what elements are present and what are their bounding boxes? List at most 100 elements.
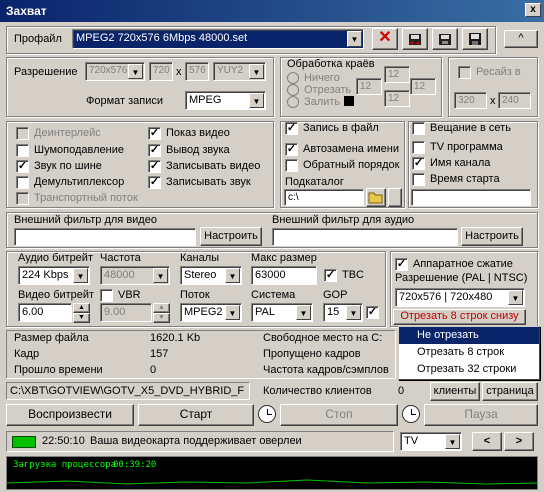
dropdown-item-no-cut[interactable]: Не отрезать	[399, 327, 539, 344]
deinterlace-checkbox[interactable]	[16, 127, 29, 140]
broadcast-checkbox[interactable]	[412, 122, 425, 135]
frequency-label: Частота	[100, 252, 141, 264]
cut-lines-select[interactable]: Отрезать 8 строк снизу	[393, 309, 526, 325]
profile-select[interactable]: MPEG2 720x576 6Mbps 48000.set ▼	[72, 29, 364, 49]
video-bitrate-up[interactable]: ▲	[73, 303, 90, 313]
autoname-checkbox[interactable]: ✓	[285, 143, 298, 156]
file-size-label: Размер файла	[14, 332, 89, 344]
record-audio-checkbox[interactable]: ✓	[148, 176, 161, 189]
chevron-down-icon[interactable]: ▼	[445, 434, 460, 449]
resolution-combo[interactable]: 720x576 ▼	[85, 62, 145, 81]
frequency-select[interactable]: 48000 ▼	[100, 266, 170, 285]
height-field[interactable]: 576	[185, 62, 209, 81]
start-time-label: Время старта	[430, 173, 500, 185]
edge-top-field[interactable]: 12	[384, 66, 410, 83]
start-button[interactable]: Старт	[138, 404, 254, 426]
radio-fill[interactable]	[287, 96, 299, 108]
resize-height-field[interactable]: 240	[498, 92, 531, 109]
resize-checkbox[interactable]	[458, 66, 471, 79]
browse-folder-button[interactable]	[366, 188, 386, 207]
system-select[interactable]: PAL ▼	[251, 303, 313, 322]
chevron-down-icon[interactable]: ▼	[225, 268, 240, 283]
gop-checkbox[interactable]: ✓	[366, 306, 379, 319]
subdir-label: Подкаталог	[285, 176, 344, 188]
chevron-down-icon[interactable]: ▼	[346, 305, 361, 320]
audio-bitrate-select[interactable]: 224 Kbps ▼	[18, 266, 90, 285]
vbr-up[interactable]: ▲	[153, 303, 170, 313]
stream-select[interactable]: MPEG2 ▼	[180, 303, 242, 322]
save-as-button[interactable]	[432, 28, 458, 50]
mode-select[interactable]: TV ▼	[400, 432, 462, 451]
vbr-down[interactable]: ▼	[153, 313, 170, 323]
deinterlace-label: Деинтерлейс	[34, 127, 101, 139]
record-file-checkbox[interactable]: ✓	[285, 122, 298, 135]
start-time-checkbox[interactable]	[412, 173, 425, 186]
clients-button[interactable]: клиенты	[430, 382, 480, 401]
show-video-checkbox[interactable]: ✓	[148, 127, 161, 140]
fill-color-swatch[interactable]	[344, 96, 354, 106]
radio-nothing[interactable]	[287, 72, 299, 84]
dropdown-item-cut-8[interactable]: Отрезать 8 строк	[399, 344, 539, 361]
vbr-field[interactable]: 9.00	[100, 303, 152, 322]
reverse-checkbox[interactable]	[285, 159, 298, 172]
hw-resolution-select[interactable]: 720x576 | 720x480 ▼	[395, 288, 525, 307]
audio-out-checkbox[interactable]: ✓	[148, 144, 161, 157]
vbr-checkbox[interactable]	[100, 289, 113, 302]
start-time-field[interactable]	[411, 189, 531, 206]
save-profile-button[interactable]	[462, 28, 488, 50]
subdir-extra-button[interactable]	[388, 188, 402, 207]
audio-filter-field[interactable]	[272, 228, 458, 246]
chevron-down-icon[interactable]: ▼	[347, 31, 362, 47]
audio-filter-configure-button[interactable]: Настроить	[461, 227, 523, 246]
pause-button[interactable]: Пауза	[424, 404, 538, 426]
delete-profile-button[interactable]: ✕	[372, 28, 398, 50]
video-bitrate-down[interactable]: ▼	[73, 313, 90, 323]
record-file-label: Запись в файл	[303, 122, 379, 134]
prev-button[interactable]: <	[472, 432, 502, 451]
resize-width-field[interactable]: 320	[454, 92, 487, 109]
tbc-checkbox[interactable]: ✓	[324, 269, 337, 282]
channels-select[interactable]: Stereo ▼	[180, 266, 242, 285]
chevron-down-icon[interactable]: ▼	[225, 305, 240, 320]
start-timer-clock-icon[interactable]	[258, 405, 276, 423]
edge-right-field[interactable]: 12	[410, 78, 436, 95]
channel-name-checkbox[interactable]: ✓	[412, 157, 425, 170]
dropdown-item-cut-32[interactable]: Отрезать 32 строки	[399, 361, 539, 378]
chevron-down-icon[interactable]: ▼	[296, 305, 311, 320]
stop-button[interactable]: Стоп	[280, 404, 398, 426]
hw-compression-checkbox[interactable]: ✓	[395, 258, 408, 271]
next-button[interactable]: >	[504, 432, 534, 451]
profile-label: Профайл	[14, 33, 62, 45]
path-field[interactable]: C:\XBT\GOTVIEW\GOTV_X5_DVD_HYBRID_F	[6, 382, 250, 400]
transport-checkbox[interactable]	[16, 192, 29, 205]
width-field[interactable]: 720	[149, 62, 173, 81]
tv-program-checkbox[interactable]	[412, 141, 425, 154]
broadcast-label: Вещание в сеть	[430, 122, 511, 134]
page-button[interactable]: страница	[482, 382, 538, 401]
subdir-field[interactable]: c:\	[284, 189, 364, 206]
colorspace-combo[interactable]: YUY2 ▼	[213, 62, 266, 81]
radio-cut[interactable]	[287, 84, 299, 96]
max-size-field[interactable]: 63000	[251, 266, 317, 285]
video-bitrate-field[interactable]: 6.00	[18, 303, 72, 322]
gop-select[interactable]: 15 ▼	[323, 303, 363, 322]
close-button[interactable]: x	[525, 3, 541, 17]
times-label: x	[176, 66, 182, 78]
play-button[interactable]: Воспроизвести	[6, 404, 134, 426]
chevron-down-icon[interactable]: ▼	[249, 93, 264, 108]
chevron-down-icon[interactable]: ▼	[73, 268, 88, 283]
collapse-button[interactable]: ^	[504, 30, 538, 48]
demux-checkbox[interactable]	[16, 176, 29, 189]
chevron-down-icon[interactable]: ▼	[508, 290, 523, 305]
video-filter-field[interactable]	[14, 228, 196, 246]
edge-left-field[interactable]: 12	[356, 78, 382, 95]
record-video-checkbox[interactable]: ✓	[148, 160, 161, 173]
bus-audio-checkbox[interactable]: ✓	[16, 160, 29, 173]
cpu-graph-line	[7, 479, 537, 485]
format-select[interactable]: MPEG ▼	[185, 91, 266, 110]
edge-bottom-field[interactable]: 12	[384, 90, 410, 107]
cut-profile-button[interactable]	[402, 28, 428, 50]
video-filter-configure-button[interactable]: Настроить	[200, 227, 262, 246]
stop-timer-clock-icon[interactable]	[402, 405, 420, 423]
denoise-checkbox[interactable]	[16, 144, 29, 157]
